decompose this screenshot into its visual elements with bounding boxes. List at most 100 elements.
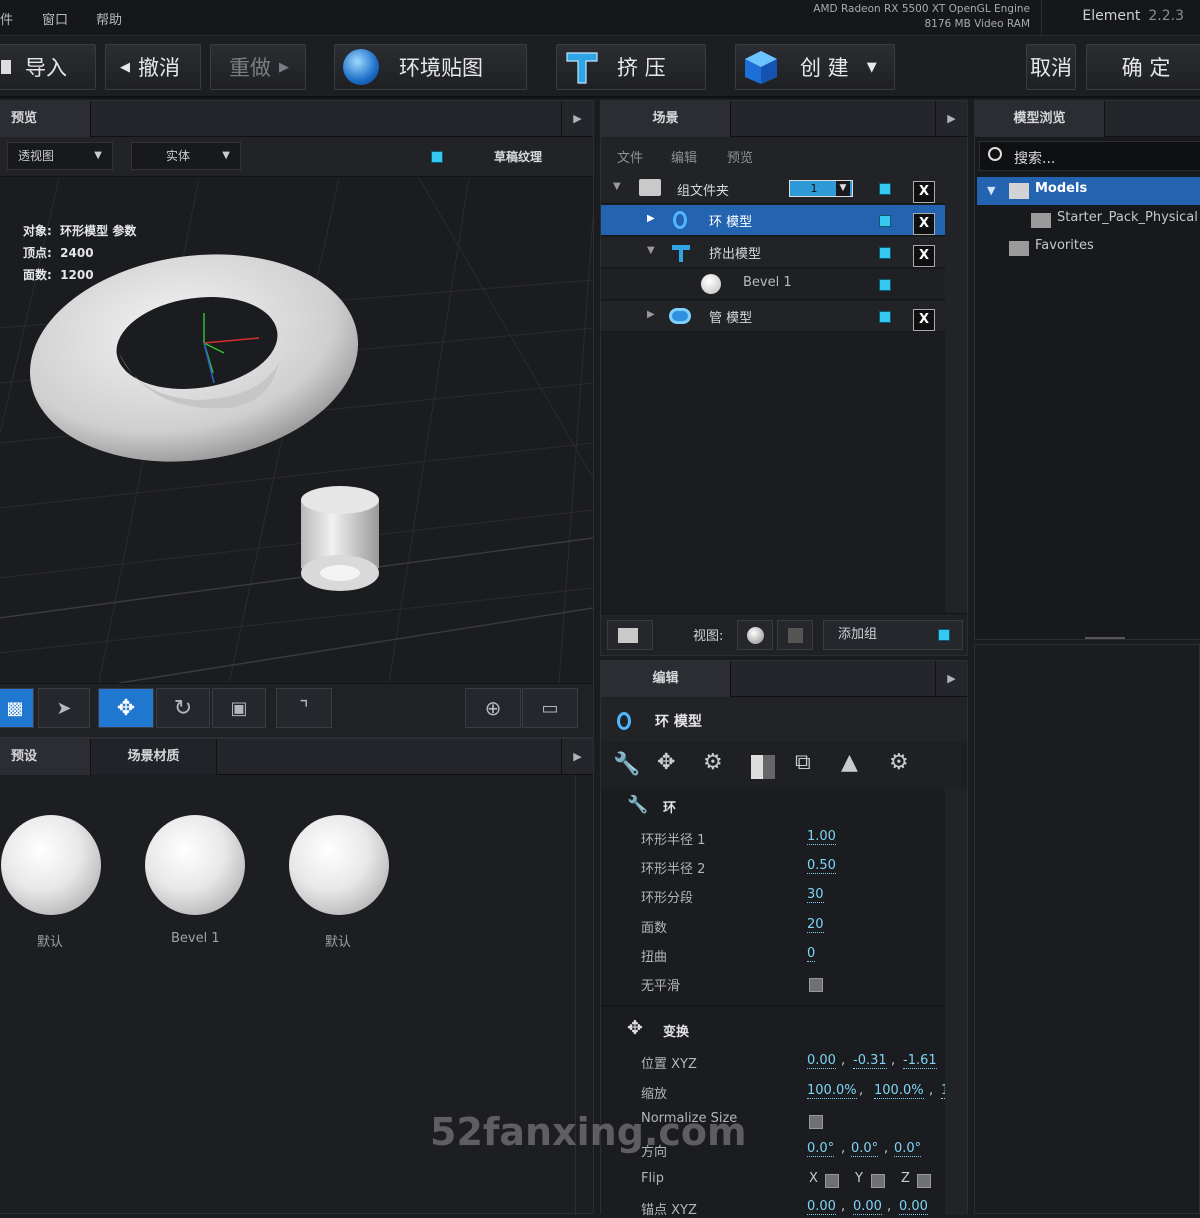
faces-value[interactable]: 20: [807, 917, 824, 933]
camera-tool-button[interactable]: ▩: [0, 688, 34, 728]
scene-menu-edit[interactable]: 编辑: [671, 147, 697, 166]
extrude-button[interactable]: 挤 压: [556, 44, 706, 90]
scale-x[interactable]: 100.0%: [807, 1083, 857, 1099]
expand-arrow-icon[interactable]: ▶: [561, 101, 593, 137]
flip-y-checkbox[interactable]: [871, 1174, 885, 1188]
flip-x-checkbox[interactable]: [825, 1174, 839, 1188]
layer-badge[interactable]: 1 ▼: [789, 180, 853, 197]
tree-item-bevel[interactable]: Bevel 1: [601, 269, 945, 300]
ring-radius-1-value[interactable]: 1.00: [807, 829, 836, 845]
ring-radius-2-value[interactable]: 0.50: [807, 858, 836, 874]
menu-file[interactable]: 件: [0, 9, 13, 28]
position-y[interactable]: -0.31: [853, 1053, 887, 1069]
settings-gear-icon[interactable]: ⚙: [889, 750, 909, 775]
redo-button[interactable]: 重做 ▶: [210, 44, 306, 90]
tab-model-browser[interactable]: 模型浏览: [975, 101, 1105, 137]
delete-ring-model-button[interactable]: X: [913, 213, 935, 235]
visibility-checkbox[interactable]: [879, 183, 891, 195]
material-default-1[interactable]: 默认: [0, 813, 109, 950]
ring-segments-value[interactable]: 30: [807, 887, 824, 903]
visibility-checkbox[interactable]: [879, 215, 891, 227]
tree-item-tube-model[interactable]: ▶ 管 模型: [601, 301, 945, 332]
gears-icon[interactable]: ⚙: [703, 750, 723, 775]
undo-button[interactable]: ◀ 撤消: [105, 44, 201, 90]
orient-z[interactable]: 0.0°: [894, 1141, 922, 1157]
expand-arrow-icon[interactable]: ▶: [561, 739, 593, 775]
browser-empty-area: [974, 644, 1200, 1214]
tab-preview[interactable]: 预览: [0, 101, 91, 137]
expand-arrow-icon[interactable]: ▶: [935, 101, 967, 137]
delete-group-folder-button[interactable]: X: [913, 181, 935, 203]
visibility-checkbox[interactable]: [879, 247, 891, 259]
ring-model-icon: [673, 211, 687, 229]
anchor-x[interactable]: 0.00: [807, 1199, 836, 1215]
flip-z-checkbox[interactable]: [917, 1174, 931, 1188]
menu-help[interactable]: 帮助: [96, 9, 122, 28]
scale-y[interactable]: 100.0%: [874, 1083, 924, 1099]
scene-menu-file[interactable]: 文件: [617, 147, 643, 166]
browser-item-starter-pack[interactable]: Starter_Pack_Physical (: [977, 205, 1200, 233]
anchor-y[interactable]: 0.00: [853, 1199, 882, 1215]
new-folder-button[interactable]: [607, 620, 653, 650]
scene-menu-preview[interactable]: 预览: [727, 147, 753, 166]
menu-bar: 件 窗口 帮助 AMD Radeon RX 5500 XT OpenGL Eng…: [0, 0, 1200, 36]
visibility-checkbox[interactable]: [879, 279, 891, 291]
no-smooth-checkbox[interactable]: [809, 978, 823, 992]
browser-item-models[interactable]: ▼ Models: [977, 177, 1200, 205]
object-info-overlay: 对象: 环形模型 参数 顶点: 2400 面数: 1200: [23, 224, 137, 282]
tab-scene[interactable]: 场景: [601, 101, 731, 137]
orient-y[interactable]: 0.0°: [851, 1141, 879, 1157]
edit-scrollbar[interactable]: [945, 789, 967, 1215]
menu-window[interactable]: 窗口: [42, 9, 68, 28]
delete-extrude-model-button[interactable]: X: [913, 245, 935, 267]
position-x[interactable]: 0.00: [807, 1053, 836, 1069]
import-button[interactable]: 导入: [0, 44, 96, 90]
delete-tube-model-button[interactable]: X: [913, 309, 935, 331]
twist-value[interactable]: 0: [807, 946, 816, 962]
tab-edit[interactable]: 编辑: [601, 661, 731, 697]
browser-item-favorites[interactable]: Favorites: [977, 233, 1200, 261]
tab-scene-materials[interactable]: 场景材质: [91, 739, 217, 775]
model-search-input[interactable]: 搜索...: [979, 141, 1200, 171]
create-dropdown-button[interactable]: 创 建 ▼: [735, 44, 895, 90]
view-sphere-button[interactable]: [737, 620, 773, 650]
draft-texture-checkbox[interactable]: [431, 151, 443, 163]
move-tool-button[interactable]: ✥: [98, 688, 154, 728]
tab-presets[interactable]: 预设: [0, 739, 91, 775]
position-z[interactable]: -1.61: [903, 1053, 937, 1069]
chevron-left-icon: ◀: [120, 59, 130, 75]
confirm-button[interactable]: 确 定: [1086, 44, 1200, 90]
prop-no-smooth: 无平滑: [601, 969, 945, 999]
gpu-info: AMD Radeon RX 5500 XT OpenGL Engine 8176…: [813, 2, 1030, 32]
focus-button[interactable]: ⊕: [465, 688, 521, 728]
screen-button[interactable]: ▭: [522, 688, 578, 728]
checker-icon[interactable]: [751, 755, 775, 779]
bevel-shape-icon[interactable]: ▲: [841, 750, 858, 775]
resize-handle[interactable]: [1085, 637, 1125, 639]
normalize-size-checkbox[interactable]: [809, 1115, 823, 1129]
3d-viewport[interactable]: 对象: 环形模型 参数 顶点: 2400 面数: 1200: [0, 178, 593, 683]
tree-item-extrude-model[interactable]: ▼ 挤出模型: [601, 237, 945, 268]
rotate-tool-button[interactable]: ↻: [156, 688, 210, 728]
wrench-icon[interactable]: 🔧: [613, 752, 640, 777]
environment-map-button[interactable]: 环境贴图: [334, 44, 527, 90]
layers-icon[interactable]: ⧉: [795, 750, 811, 775]
tree-item-group-folder[interactable]: ▼ 组文件夹 1 ▼: [601, 173, 945, 204]
select-tool-button[interactable]: ➤: [38, 688, 90, 728]
anchor-z[interactable]: 0.00: [899, 1199, 928, 1215]
scale-tool-button[interactable]: ▣: [212, 688, 266, 728]
shade-mode-select[interactable]: 实体 ▼: [131, 142, 241, 170]
material-bevel-1[interactable]: Bevel 1: [145, 813, 255, 946]
orient-x[interactable]: 0.0°: [807, 1141, 835, 1157]
axis-tool-button[interactable]: ⌝: [276, 688, 332, 728]
move-arrows-icon[interactable]: ✥: [657, 750, 675, 775]
cancel-button[interactable]: 取消: [1026, 44, 1076, 90]
add-group-button[interactable]: 添加组: [823, 620, 963, 650]
visibility-checkbox[interactable]: [879, 311, 891, 323]
material-default-2[interactable]: 默认: [289, 813, 399, 950]
expand-arrow-icon[interactable]: ▶: [935, 661, 967, 697]
view-mode-select[interactable]: 透视图 ▼: [7, 142, 113, 170]
scene-scrollbar[interactable]: [945, 173, 967, 613]
view-texture-button[interactable]: [777, 620, 813, 650]
tree-item-ring-model[interactable]: ▶ 环 模型: [601, 205, 945, 236]
